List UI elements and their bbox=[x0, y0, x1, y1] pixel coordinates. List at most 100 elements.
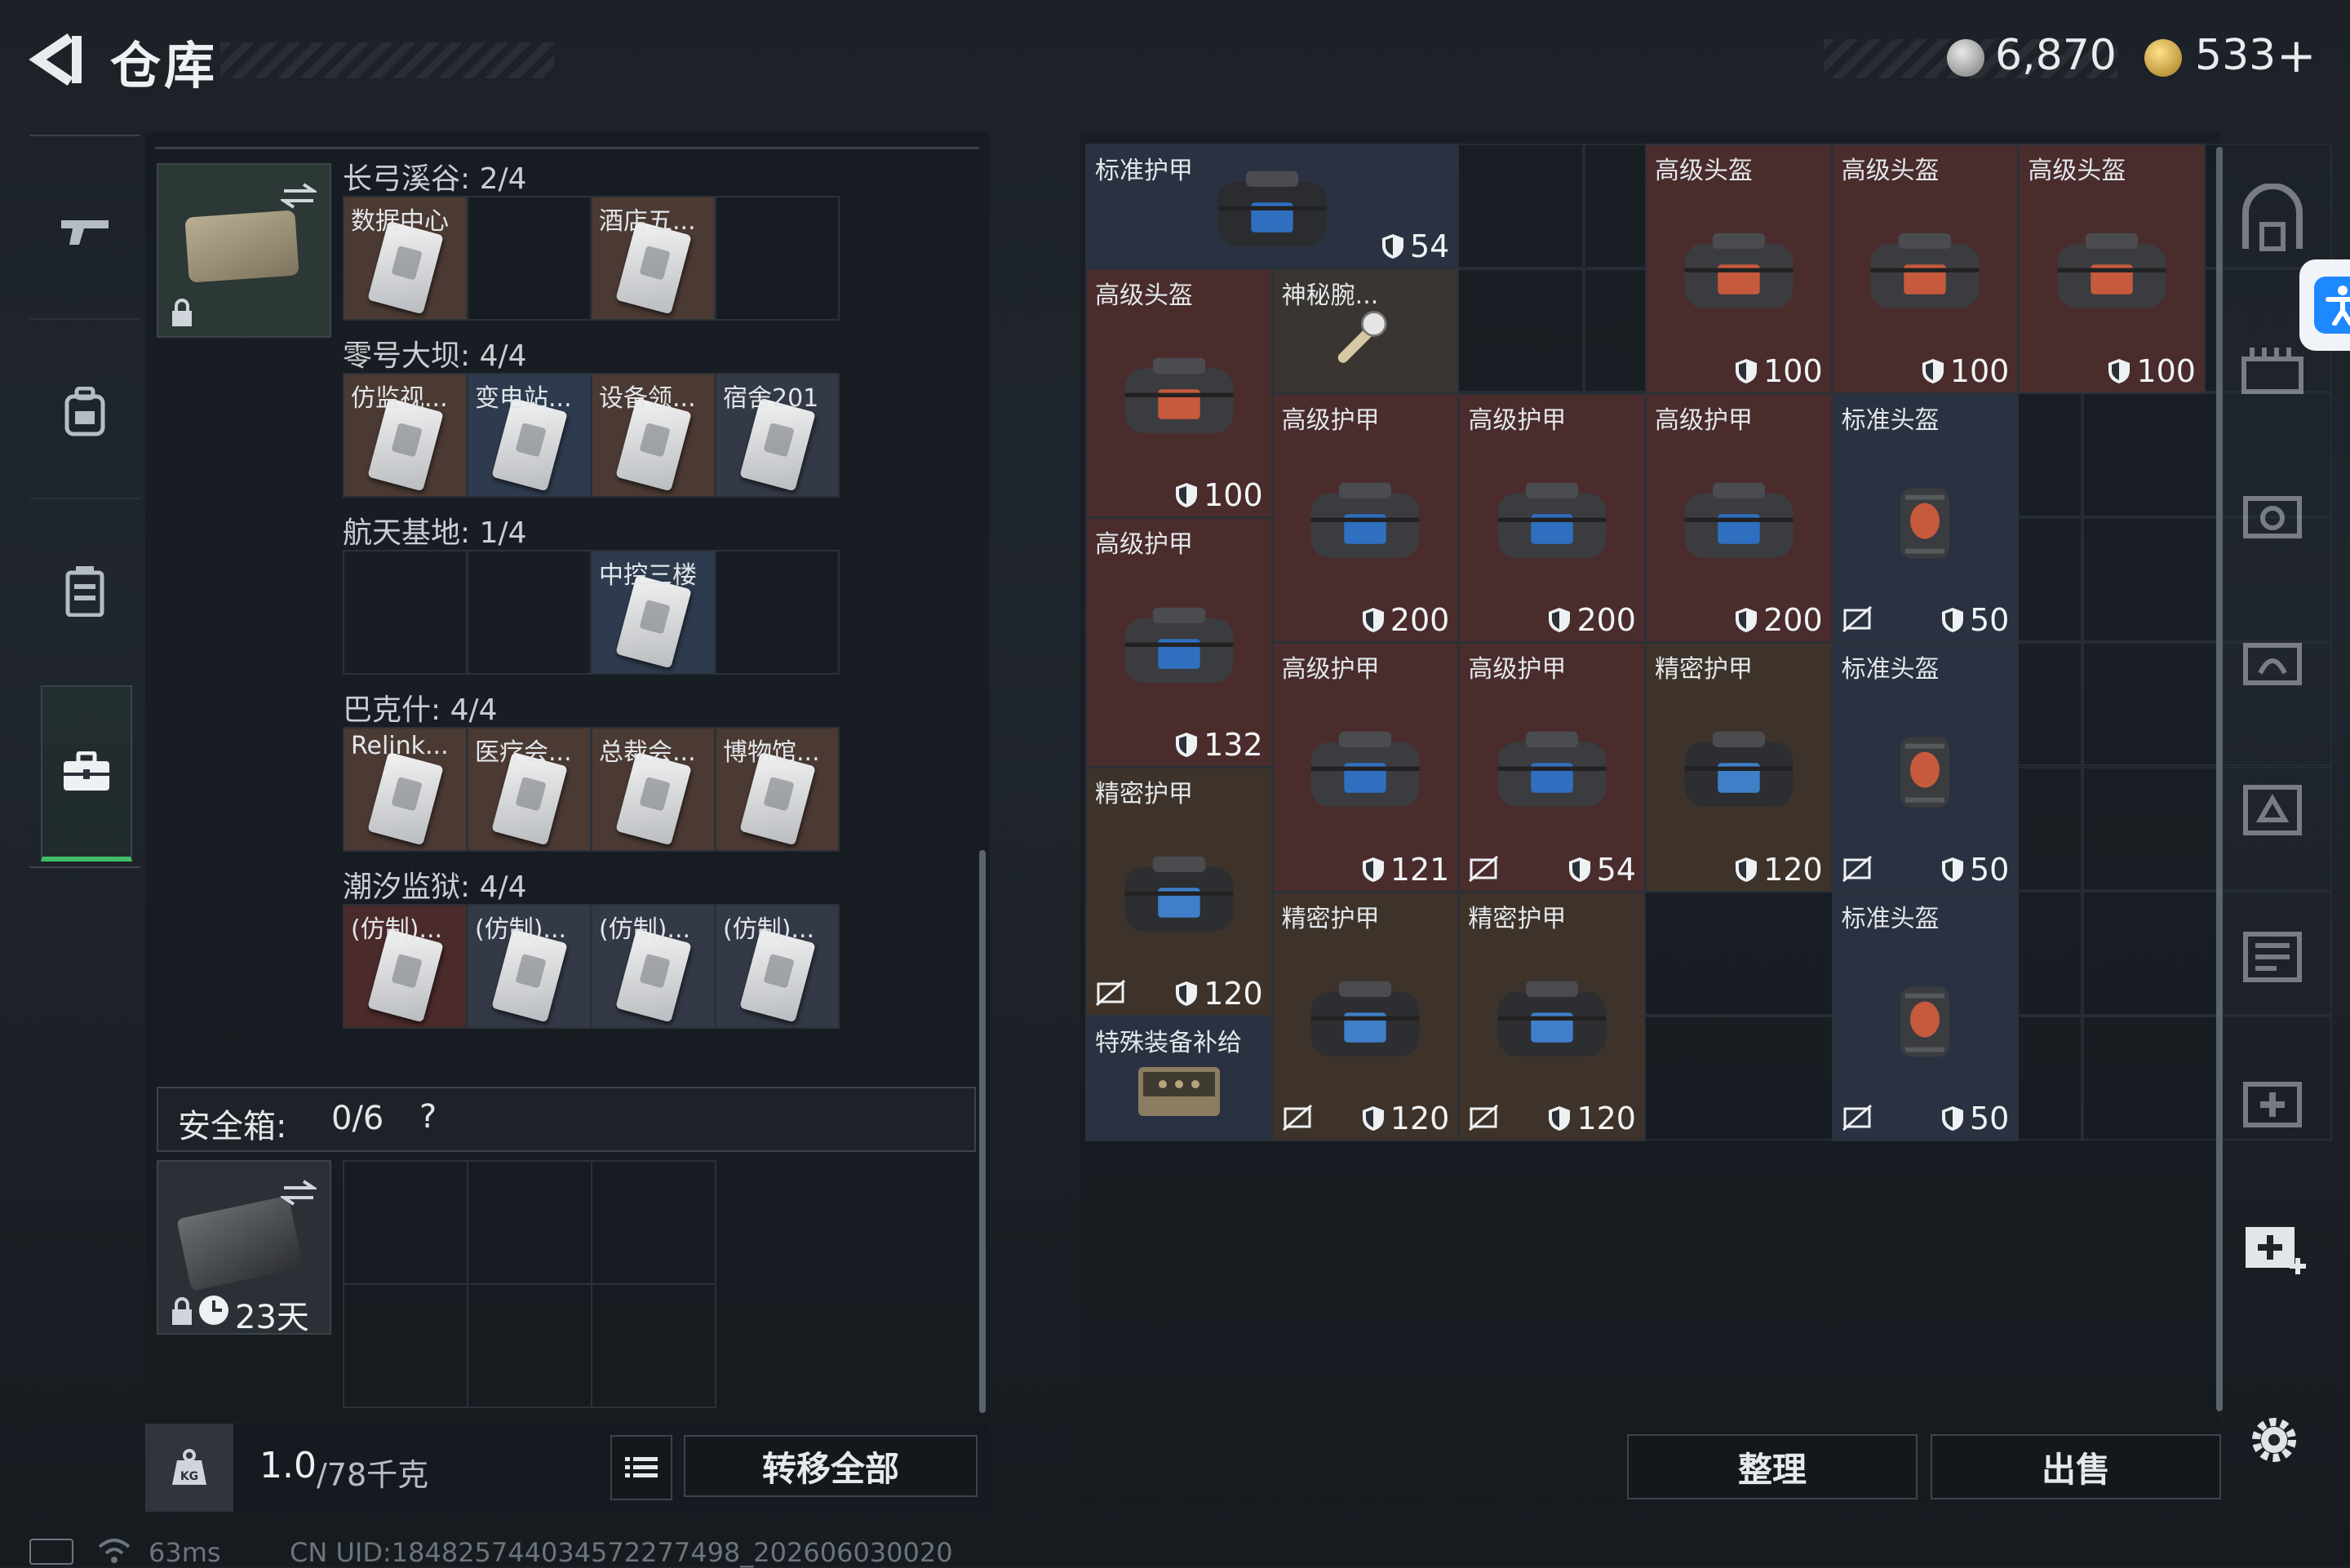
ping-text: 63ms bbox=[149, 1537, 221, 1568]
stash-item-helmet-adv[interactable]: 高级头盔 100 bbox=[2018, 144, 2206, 394]
nav-safebox[interactable] bbox=[41, 685, 132, 862]
key-card-slot[interactable]: (仿制)... bbox=[591, 904, 716, 1029]
key-card-name: 总裁会... bbox=[599, 738, 696, 767]
stash-item-armor-adv[interactable]: 高级护甲 200 bbox=[1458, 392, 1646, 643]
stash-item-helmet-adv[interactable]: 高级头盔 100 bbox=[1645, 144, 1833, 394]
sort-button[interactable]: 整理 bbox=[1627, 1434, 1918, 1499]
durability-value: 100 bbox=[1763, 352, 1823, 389]
safebox-count: 0/6 bbox=[331, 1100, 384, 1137]
nav-weapons[interactable] bbox=[29, 151, 140, 314]
safebox-cell[interactable] bbox=[591, 1283, 716, 1408]
sell-button[interactable]: 出售 bbox=[1931, 1434, 2221, 1499]
back-arrow-icon[interactable] bbox=[23, 31, 88, 88]
stash-item-helmet-std[interactable]: 标准头盔 50 bbox=[1831, 392, 2020, 643]
nav-divider bbox=[29, 318, 140, 320]
key-group-label: 潮汐监狱: 4/4 bbox=[343, 870, 527, 904]
safebox-cell[interactable] bbox=[467, 1283, 592, 1408]
settings-gear-icon[interactable] bbox=[2246, 1411, 2303, 1468]
transfer-all-button[interactable]: 转移全部 bbox=[684, 1435, 978, 1497]
stash-item-armor-std[interactable]: 标准护甲 54 bbox=[1085, 144, 1460, 269]
add-gold-button[interactable]: + bbox=[2277, 28, 2317, 83]
durability-value: 200 bbox=[1390, 602, 1450, 638]
key-card-name: (仿制)... bbox=[599, 915, 691, 944]
safebox-cell[interactable] bbox=[343, 1283, 468, 1408]
empty-key-slot[interactable] bbox=[343, 550, 468, 675]
safebox-cell[interactable] bbox=[343, 1160, 468, 1285]
key-group-label: 巴克什: 4/4 bbox=[343, 693, 498, 727]
key-card-slot[interactable]: 宿舍201 bbox=[715, 373, 840, 498]
key-case-slot[interactable] bbox=[157, 163, 331, 338]
key-group-label: 零号大坝: 4/4 bbox=[343, 339, 527, 373]
nav-divider bbox=[29, 866, 140, 868]
key-card-slot[interactable]: (仿制)... bbox=[343, 904, 468, 1029]
list-icon bbox=[625, 1457, 658, 1477]
safebox-help-button[interactable]: ? bbox=[419, 1098, 437, 1136]
stash-item-armor-prec[interactable]: 精密护甲 120 bbox=[1085, 766, 1273, 1017]
item-title: 精密护甲 bbox=[1281, 904, 1380, 933]
safebox-label: 安全箱: bbox=[178, 1108, 287, 1145]
key-card-slot[interactable]: Relink... bbox=[343, 727, 468, 852]
empty-key-slot[interactable] bbox=[467, 550, 592, 675]
stash-item-armor-adv[interactable]: 高级护甲 121 bbox=[1271, 642, 1460, 893]
key-card-slot[interactable]: 酒店五... bbox=[591, 196, 716, 321]
filter-armor-icon[interactable] bbox=[2236, 477, 2309, 551]
key-card-slot[interactable]: (仿制)... bbox=[467, 904, 592, 1029]
stash-item-supply[interactable]: 特殊装备补给 bbox=[1085, 1016, 1273, 1141]
safebox-cell[interactable] bbox=[467, 1160, 592, 1285]
stash-item-armor-adv[interactable]: 高级护甲 200 bbox=[1271, 392, 1460, 643]
shield-icon bbox=[1736, 608, 1758, 632]
item-title: 高级护甲 bbox=[1281, 655, 1380, 684]
empty-key-slot[interactable] bbox=[467, 196, 592, 321]
left-scrollbar[interactable] bbox=[979, 850, 986, 1413]
stash-item-armor-adv[interactable]: 高级护甲 200 bbox=[1645, 392, 1833, 643]
empty-key-slot[interactable] bbox=[715, 550, 840, 675]
key-card-slot[interactable]: 医疗会... bbox=[467, 727, 592, 852]
key-card-slot[interactable]: 中控三楼 bbox=[591, 550, 716, 675]
key-card-slot[interactable]: 仿监视... bbox=[343, 373, 468, 498]
stash-item-armor-prec[interactable]: 精密护甲 120 bbox=[1271, 891, 1460, 1141]
key-card-slot[interactable]: 变电站... bbox=[467, 373, 592, 498]
item-durability: 54 bbox=[1381, 228, 1449, 264]
armor-adv-icon bbox=[1124, 607, 1234, 683]
filter-ammo-icon[interactable] bbox=[2236, 334, 2309, 408]
shield-icon bbox=[1736, 358, 1758, 383]
filter-medical-icon[interactable] bbox=[2236, 1065, 2309, 1138]
shield-icon bbox=[1362, 857, 1384, 882]
stash-item-armor-adv[interactable]: 高级护甲 54 bbox=[1458, 642, 1646, 893]
key-card-slot[interactable]: 设备领... bbox=[591, 373, 716, 498]
nav-vest[interactable] bbox=[29, 510, 140, 673]
safebox-cell[interactable] bbox=[591, 1160, 716, 1285]
key-card-slot[interactable]: 博物馆... bbox=[715, 727, 840, 852]
filter-helmet-icon[interactable] bbox=[2236, 624, 2309, 698]
stash-scrollbar[interactable] bbox=[2216, 147, 2223, 1411]
stash-item-armor-prec[interactable]: 精密护甲 120 bbox=[1645, 642, 1833, 893]
item-title: 精密护甲 bbox=[1468, 904, 1567, 933]
empty-key-slot[interactable] bbox=[715, 196, 840, 321]
stash-item-watch[interactable]: 神秘腕... bbox=[1271, 268, 1460, 394]
stash-item-armor-prec[interactable]: 精密护甲 120 bbox=[1458, 891, 1646, 1141]
filter-bag-icon[interactable] bbox=[2236, 771, 2309, 844]
stash-item-helmet-std[interactable]: 标准头盔 50 bbox=[1831, 891, 2020, 1141]
key-card-slot[interactable]: 总裁会... bbox=[591, 727, 716, 852]
filter-supply-icon[interactable] bbox=[2236, 1207, 2309, 1281]
stash-item-armor-adv[interactable]: 高级护甲 132 bbox=[1085, 517, 1273, 768]
item-title: 精密护甲 bbox=[1655, 655, 1753, 684]
gun-icon bbox=[61, 220, 109, 245]
key-card-slot[interactable]: (仿制)... bbox=[715, 904, 840, 1029]
item-durability: 121 bbox=[1361, 852, 1449, 888]
item-durability: 50 bbox=[1940, 602, 2009, 638]
filter-key-icon[interactable] bbox=[2236, 918, 2309, 991]
shield-icon bbox=[1381, 233, 1403, 259]
swap-icon[interactable] bbox=[281, 181, 317, 210]
stash-item-helmet-std[interactable]: 标准头盔 50 bbox=[1831, 642, 2020, 893]
nav-backpack[interactable] bbox=[29, 330, 140, 494]
stash-item-helmet-adv[interactable]: 高级头盔 100 bbox=[1831, 144, 2020, 394]
swap-icon[interactable] bbox=[281, 1178, 317, 1207]
item-title: 标准头盔 bbox=[1841, 405, 1940, 435]
safebox-slot[interactable]: 23天 bbox=[157, 1160, 331, 1336]
stash-item-helmet-adv[interactable]: 高级头盔 100 bbox=[1085, 268, 1273, 519]
key-card-slot[interactable]: 数据中心 bbox=[343, 196, 468, 321]
stash-page-icon[interactable] bbox=[2236, 184, 2309, 257]
list-view-button[interactable] bbox=[610, 1435, 672, 1500]
helmet-adv-icon bbox=[1124, 357, 1234, 433]
